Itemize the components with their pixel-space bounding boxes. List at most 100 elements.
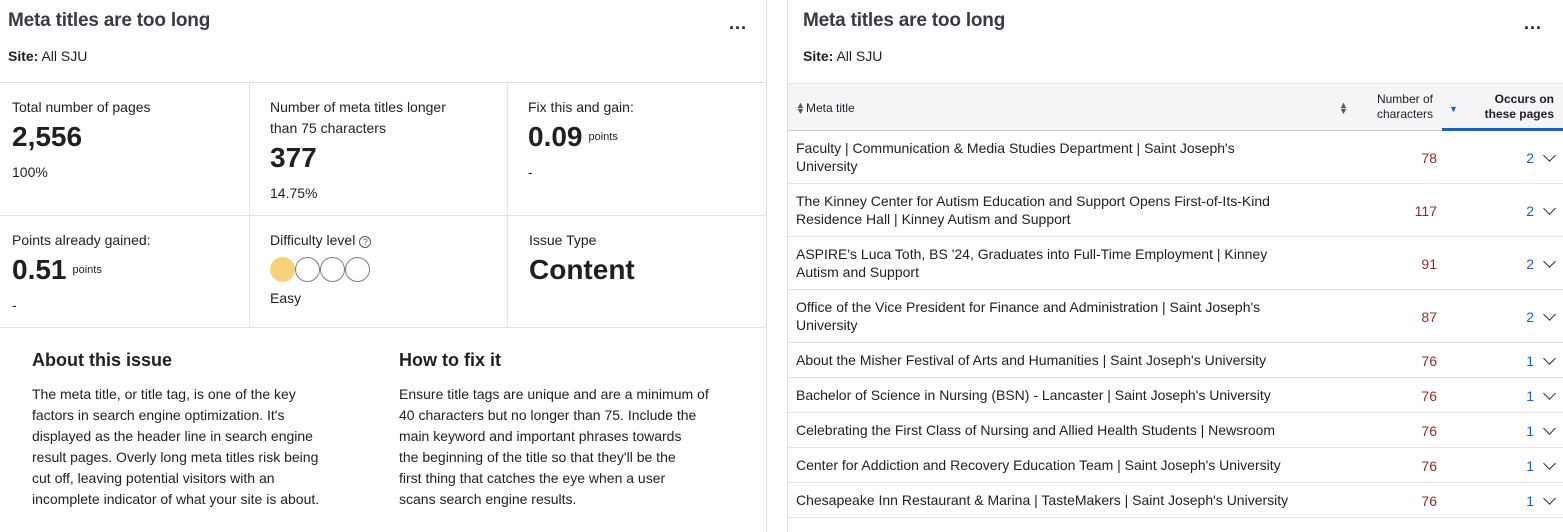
site-label: Site:	[8, 48, 39, 64]
meta-title-cell: About the Misher Festival of Arts and Hu…	[796, 351, 1316, 369]
difficulty-meter	[270, 257, 371, 282]
stat-issue-type: Issue Type Content	[529, 230, 635, 287]
chevron-down-icon[interactable]	[1543, 202, 1556, 215]
table-row[interactable]: The Kinney Center for Autism Education a…	[788, 184, 1563, 237]
stat-unit: points	[72, 264, 102, 276]
meta-title-line: Center for Addiction and Recovery Educat…	[796, 457, 1281, 473]
character-count: 76	[1421, 493, 1437, 509]
sort-icon[interactable]: ▲ ▼	[1339, 101, 1348, 116]
stat-fix-gain: Fix this and gain: 0.09 points -	[528, 97, 634, 180]
meta-title-line: Chesapeake Inn Restaurant & Marina | Tas…	[796, 492, 1289, 508]
meta-title-cell: The Kinney Center for Autism Education a…	[796, 192, 1316, 228]
occurs-count-link[interactable]: 2	[1526, 203, 1534, 219]
panel-title: Meta titles are too long	[803, 10, 1006, 31]
meta-title-cell: Office of the Vice President for Finance…	[796, 298, 1316, 334]
table-row[interactable]: Celebrating the First Class of Nursing a…	[788, 413, 1563, 448]
occurs-count-link[interactable]: 2	[1526, 150, 1534, 166]
column-meta-title[interactable]: Meta title	[806, 101, 855, 115]
meta-title-line: Autism and Support	[796, 264, 919, 280]
help-icon[interactable]: ?	[359, 236, 372, 248]
meta-title-line: The Kinney Center for Autism Education a…	[796, 193, 1270, 209]
difficulty-dot	[320, 257, 345, 282]
occurs-count-link[interactable]: 1	[1526, 353, 1534, 369]
sort-desc-icon[interactable]: ▼	[1449, 104, 1458, 114]
table-header: ▲ ▼ Meta title ▲ ▼ Number of characters ▼ …	[788, 83, 1563, 131]
site-value: All SJU	[41, 48, 88, 64]
site-label: Site:	[803, 48, 834, 64]
meta-title-line: Bachelor of Science in Nursing (BSN) - L…	[796, 387, 1271, 403]
text-line: first thing that catches the eye when a …	[399, 470, 666, 486]
occurs-count-link[interactable]: 2	[1526, 309, 1534, 325]
meta-title-line: Residence Hall | Kinney Autism and Suppo…	[796, 211, 1071, 227]
meta-title-line: About the Misher Festival of Arts and Hu…	[796, 352, 1267, 368]
meta-title-line: ASPIRE's Luca Toth, BS '24, Graduates in…	[796, 246, 1268, 262]
character-count: 76	[1421, 458, 1437, 474]
stat-number: 0.51	[12, 254, 67, 285]
text-line: displayed as the header line in search e…	[32, 428, 313, 444]
chevron-down-icon[interactable]	[1543, 422, 1556, 435]
about-title: About this issue	[32, 350, 173, 370]
character-count: 87	[1421, 309, 1437, 325]
table-row[interactable]: Bachelor of Science in Nursing (BSN) - L…	[788, 378, 1563, 413]
table-row[interactable]: Chesapeake Inn Restaurant & Marina | Tas…	[788, 483, 1563, 518]
chevron-down-icon[interactable]	[1543, 352, 1556, 365]
stat-label: Total number of pages	[12, 99, 151, 115]
occurs-count-link[interactable]: 1	[1526, 493, 1534, 509]
difficulty-dot	[270, 257, 295, 282]
occurs-count-link[interactable]: 1	[1526, 388, 1534, 404]
stat-points-gained: Points already gained: 0.51 points -	[12, 230, 151, 313]
meta-title-line: Faculty | Communication & Media Studies …	[796, 140, 1235, 156]
stat-sub: -	[528, 164, 533, 180]
stat-sub: -	[12, 297, 17, 313]
character-count: 76	[1421, 423, 1437, 439]
stat-label-line1: Number of meta titles longer	[270, 99, 446, 115]
character-count: 76	[1421, 388, 1437, 404]
column-occurs-line2: these pages	[1484, 107, 1554, 121]
column-characters[interactable]: Number of characters	[1363, 92, 1433, 122]
sort-icon[interactable]: ▲ ▼	[796, 101, 805, 116]
stat-label: Difficulty level?	[270, 230, 372, 251]
chevron-down-icon[interactable]	[1543, 308, 1556, 321]
meta-title-line: Office of the Vice President for Finance…	[796, 299, 1261, 315]
meta-titles-table-panel: Meta titles are too long ... Site: All S…	[787, 0, 1563, 532]
meta-title-line: University	[796, 158, 858, 174]
chevron-down-icon[interactable]	[1543, 457, 1556, 470]
table-row[interactable]: Faculty | Communication & Media Studies …	[788, 131, 1563, 184]
stat-difficulty: Difficulty level? Easy	[270, 230, 372, 306]
stats-grid: Total number of pages 2,556 100% Number …	[0, 82, 767, 328]
stat-value: 377	[270, 142, 317, 173]
chevron-down-icon[interactable]	[1543, 387, 1556, 400]
more-options-button[interactable]: ...	[1524, 14, 1542, 32]
occurs-count-link[interactable]: 1	[1526, 458, 1534, 474]
table-row[interactable]: ASPIRE's Luca Toth, BS '24, Graduates in…	[788, 237, 1563, 290]
text-line: the beginning of the title so that they'…	[399, 449, 676, 465]
meta-title-cell: Center for Addiction and Recovery Educat…	[796, 456, 1316, 474]
stat-label: Issue Type	[529, 232, 597, 248]
table-row[interactable]: Center for Addiction and Recovery Educat…	[788, 448, 1563, 483]
text-line: scans search engine results.	[399, 491, 577, 507]
column-characters-line2: characters	[1376, 107, 1433, 121]
difficulty-label: Difficulty level	[270, 232, 356, 248]
chevron-down-icon[interactable]	[1543, 149, 1556, 162]
meta-title-cell: Celebrating the First Class of Nursing a…	[796, 421, 1316, 439]
table-row[interactable]: Office of the Vice President for Finance…	[788, 290, 1563, 343]
stat-label-line2: than 75 characters	[270, 120, 386, 136]
chevron-down-icon[interactable]	[1543, 255, 1556, 268]
meta-title-line: University	[796, 317, 858, 333]
text-line: factors in search engine optimization. I…	[32, 407, 285, 423]
column-occurs[interactable]: Occurs on these pages	[1468, 92, 1554, 122]
chevron-down-icon[interactable]	[1543, 492, 1556, 505]
occurs-count-link[interactable]: 1	[1526, 423, 1534, 439]
site-value: All SJU	[836, 48, 883, 64]
more-options-button[interactable]: ...	[729, 14, 747, 32]
table-row[interactable]: About the Misher Festival of Arts and Hu…	[788, 343, 1563, 378]
meta-title-cell: Faculty | Communication & Media Studies …	[796, 139, 1316, 175]
stat-number: 0.09	[528, 121, 583, 152]
character-count: 78	[1421, 150, 1437, 166]
occurs-count-link[interactable]: 2	[1526, 256, 1534, 272]
site-filter: Site: All SJU	[803, 48, 882, 64]
column-occurs-line1: Occurs on	[1494, 92, 1554, 106]
issue-summary-panel: Meta titles are too long ... Site: All S…	[0, 0, 767, 532]
meta-title-cell: Chesapeake Inn Restaurant & Marina | Tas…	[796, 491, 1316, 509]
meta-title-line: Celebrating the First Class of Nursing a…	[796, 422, 1276, 438]
